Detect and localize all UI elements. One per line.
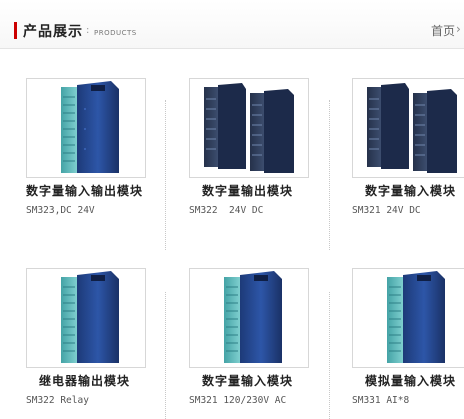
section-header: 产品展示 : PRODUCTS 首页 › (0, 0, 464, 49)
product-image[interactable] (26, 78, 146, 178)
plc-module-icon (387, 271, 445, 363)
column-divider (165, 292, 166, 419)
product-model: SM331 AI*8 (352, 395, 410, 406)
product-name[interactable]: 模拟量输入模块 (365, 372, 456, 389)
column-divider (165, 100, 166, 250)
section-title: 产品展示 (23, 24, 83, 40)
plc-module-icon (224, 271, 282, 363)
product-image[interactable] (352, 268, 464, 368)
product-name[interactable]: 数字量输入输出模块 (26, 182, 143, 199)
product-card: 数字量输入模块 SM321 24V DC (352, 78, 464, 228)
header-separator: : (86, 25, 90, 36)
chevron-right-icon[interactable]: › (456, 22, 461, 36)
product-image[interactable] (189, 78, 309, 178)
product-model: SM323,DC 24V (26, 205, 95, 216)
product-card: 继电器输出模块 SM322 Relay (26, 268, 186, 418)
product-name[interactable]: 数字量输入模块 (365, 182, 456, 199)
product-card: 数字量输入模块 SM321 120/230V AC (189, 268, 349, 418)
product-card: 数字量输出模块 SM322 24V DC (189, 78, 349, 228)
plc-module-icon (367, 83, 457, 173)
product-name[interactable]: 数字量输出模块 (202, 182, 293, 199)
product-card: 模拟量输入模块 SM331 AI*8 (352, 268, 464, 418)
product-model: SM321 120/230V AC (189, 395, 287, 406)
column-divider (329, 292, 330, 419)
header-accent-bar (14, 22, 17, 39)
product-showcase-page: 产品展示 : PRODUCTS 首页 › 数字量输入输出模块 SM323,DC … (0, 0, 464, 419)
product-model: SM322 Relay (26, 395, 89, 406)
product-model: SM321 24V DC (352, 205, 421, 216)
product-name[interactable]: 继电器输出模块 (39, 372, 130, 389)
product-name[interactable]: 数字量输入模块 (202, 372, 293, 389)
home-link[interactable]: 首页 (431, 22, 455, 39)
plc-module-icon (204, 83, 294, 173)
product-model: SM322 24V DC (189, 205, 264, 216)
product-image[interactable] (26, 268, 146, 368)
column-divider (329, 100, 330, 250)
product-card: 数字量输入输出模块 SM323,DC 24V (26, 78, 186, 228)
section-subtitle: PRODUCTS (94, 29, 137, 37)
product-image[interactable] (189, 268, 309, 368)
product-image[interactable] (352, 78, 464, 178)
plc-module-icon (61, 271, 119, 363)
plc-module-icon (61, 81, 119, 173)
